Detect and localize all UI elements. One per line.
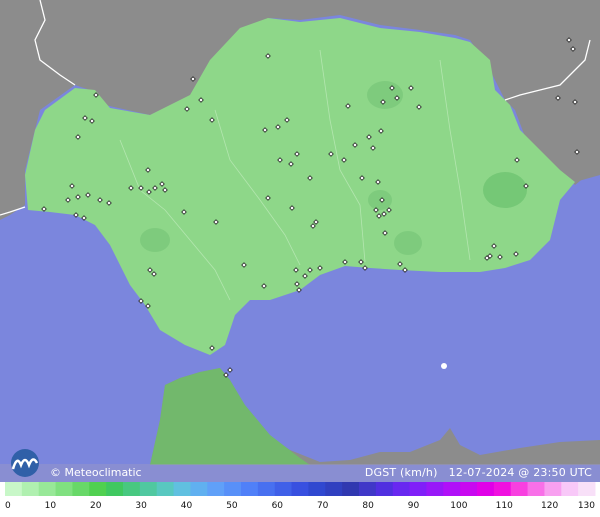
legend-tick-label: 120 <box>541 501 558 511</box>
legend-swatch <box>156 482 175 496</box>
legend-swatch <box>308 482 326 496</box>
legend-swatch <box>375 482 394 496</box>
legend-tick-label: 20 <box>90 501 102 511</box>
variable-label: DGST (km/h) <box>364 466 438 479</box>
legend-swatch <box>409 482 427 496</box>
legend-swatch <box>359 482 377 496</box>
legend-swatch <box>190 482 208 496</box>
legend-tick-label: 100 <box>450 501 467 511</box>
legend-swatch <box>392 482 411 496</box>
legend-swatch <box>72 482 90 496</box>
legend-swatch <box>510 482 529 496</box>
legend-swatch <box>443 482 461 496</box>
legend-swatch <box>460 482 478 496</box>
legend-swatch <box>578 482 596 496</box>
legend-swatches <box>5 482 596 496</box>
meteoclimatic-logo-icon <box>11 449 39 477</box>
legend-bar: 0 10 20 30 40 50 60 70 80 90 100 110 120 130 <box>5 482 596 511</box>
legend-swatch <box>527 482 545 496</box>
legend-tick-label: 70 <box>317 501 329 511</box>
legend-tick-label: 10 <box>45 501 57 511</box>
legend-swatch <box>21 482 40 496</box>
legend-swatch <box>173 482 191 496</box>
legend-swatch <box>38 482 57 496</box>
legend-swatch <box>139 482 158 496</box>
timestamp-label: 12-07-2024 @ 23:50 UTC <box>448 466 592 479</box>
legend-swatch <box>55 482 73 496</box>
legend-swatch <box>291 482 309 496</box>
legend-tick-label: 60 <box>272 501 284 511</box>
legend-swatch <box>241 482 259 496</box>
legend-tick-label: 80 <box>362 501 374 511</box>
legend-swatch <box>89 482 107 496</box>
legend-swatch <box>207 482 225 496</box>
legend-tick-label: 50 <box>226 501 238 511</box>
legend-swatch <box>106 482 124 496</box>
legend-swatch <box>5 482 23 496</box>
gust-area <box>394 231 422 255</box>
gust-area <box>367 81 403 109</box>
gust-area <box>483 172 527 208</box>
legend-swatch <box>325 482 343 496</box>
legend-swatch <box>123 482 141 496</box>
map-canvas <box>0 0 600 517</box>
legend-swatch <box>493 482 512 496</box>
color-legend: 0 10 20 30 40 50 60 70 80 90 100 110 120 130 <box>0 482 600 517</box>
legend-tick-label: 0 <box>5 501 11 511</box>
gust-area <box>140 228 170 252</box>
legend-swatch <box>426 482 444 496</box>
legend-swatch <box>342 482 360 496</box>
legend-tick-label: 110 <box>496 501 513 511</box>
legend-swatch <box>544 482 562 496</box>
legend-swatch <box>274 482 293 496</box>
legend-tick-label: 40 <box>181 501 193 511</box>
legend-tick-label: 130 <box>578 501 595 511</box>
legend-swatch <box>224 482 242 496</box>
credit-text: © Meteoclimatic <box>50 466 142 479</box>
legend-swatch <box>561 482 579 496</box>
legend-ticks: 0 10 20 30 40 50 60 70 80 90 100 110 120 130 <box>5 501 595 511</box>
legend-tick-label: 30 <box>135 501 147 511</box>
legend-swatch <box>477 482 495 496</box>
product-label: DGST (km/h) 12-07-2024 @ 23:50 UTC <box>365 466 592 479</box>
legend-tick-label: 90 <box>408 501 420 511</box>
alboran-island <box>441 363 447 369</box>
legend-swatch <box>257 482 276 496</box>
